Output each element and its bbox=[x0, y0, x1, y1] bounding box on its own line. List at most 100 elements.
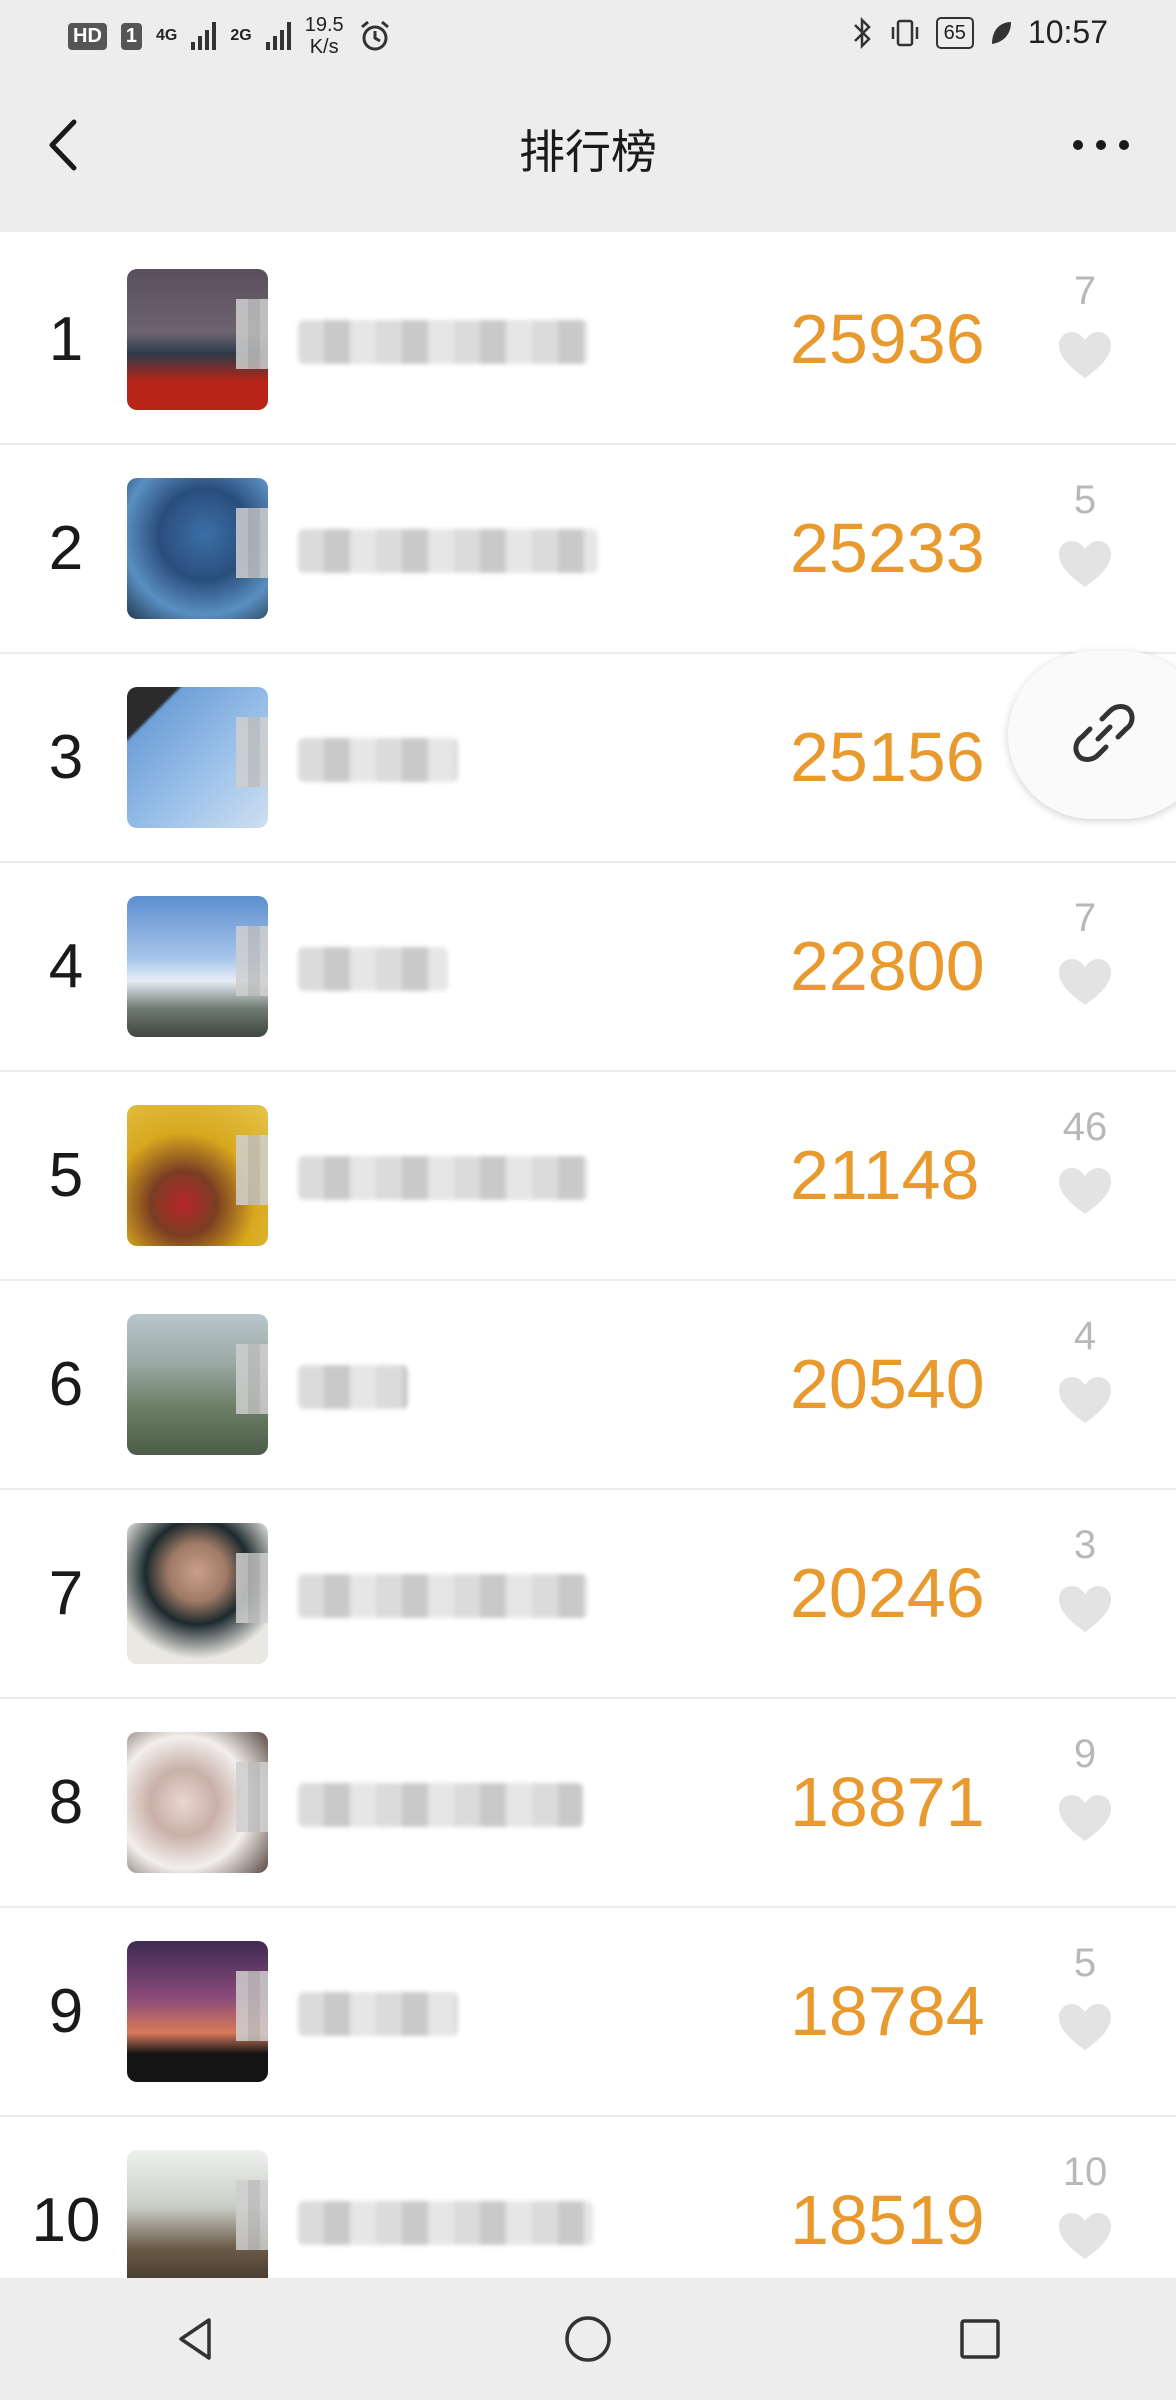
network-speed-value: 19.5 bbox=[304, 14, 344, 36]
heart-icon[interactable] bbox=[1057, 330, 1113, 382]
ranking-row[interactable]: 4 22800 7 bbox=[0, 863, 1176, 1072]
heart-icon[interactable] bbox=[1057, 539, 1113, 591]
score-value: 21148 bbox=[790, 1136, 980, 1214]
like-count: 4 bbox=[1073, 1314, 1097, 1358]
score-value: 25936 bbox=[790, 300, 985, 378]
like-count: 46 bbox=[1062, 1105, 1108, 1149]
rank-number: 1 bbox=[48, 305, 84, 374]
username-redacted bbox=[298, 2201, 593, 2245]
heart-icon[interactable] bbox=[1057, 1584, 1113, 1636]
like-count: 5 bbox=[1073, 1941, 1097, 1985]
signal-icon-2 bbox=[265, 22, 291, 50]
vibrate-icon bbox=[891, 19, 918, 46]
hd-badge: HD bbox=[68, 22, 107, 50]
like-group[interactable]: 5 bbox=[1045, 475, 1125, 596]
system-recent-button[interactable] bbox=[920, 2299, 1040, 2379]
ranking-list: 1 25936 7 2 25233 5 3 25156 4 22800 7 5 … bbox=[0, 236, 1176, 2326]
like-count: 7 bbox=[1073, 896, 1097, 940]
network-speed-unit: K/s bbox=[309, 36, 339, 58]
page-title: 排行榜 bbox=[519, 126, 657, 178]
ranking-row[interactable]: 5 21148 46 bbox=[0, 1072, 1176, 1281]
heart-icon[interactable] bbox=[1057, 1793, 1113, 1845]
score-value: 18871 bbox=[790, 1763, 985, 1841]
circle-home-icon bbox=[565, 2316, 611, 2362]
like-group[interactable]: 3 bbox=[1045, 1520, 1125, 1641]
rank-number: 3 bbox=[48, 723, 84, 792]
username-redacted bbox=[298, 529, 598, 573]
system-navigation-bar bbox=[0, 2278, 1176, 2400]
ranking-row[interactable]: 9 18784 5 bbox=[0, 1908, 1176, 2117]
like-group[interactable]: 7 bbox=[1045, 266, 1125, 387]
heart-icon[interactable] bbox=[1057, 1166, 1113, 1218]
network-2g-label: 2G bbox=[230, 27, 252, 44]
like-count: 9 bbox=[1073, 1732, 1097, 1776]
avatar[interactable] bbox=[127, 1105, 268, 1246]
like-group[interactable]: 9 bbox=[1045, 1729, 1125, 1850]
username-redacted bbox=[298, 1365, 408, 1409]
ranking-row[interactable]: 2 25233 5 bbox=[0, 445, 1176, 654]
like-group[interactable]: 7 bbox=[1045, 893, 1125, 1014]
like-group[interactable]: 46 bbox=[1045, 1102, 1125, 1223]
ranking-row[interactable]: 7 20246 3 bbox=[0, 1490, 1176, 1699]
username-redacted bbox=[298, 320, 588, 364]
avatar[interactable] bbox=[127, 269, 268, 410]
ranking-row[interactable]: 3 25156 bbox=[0, 654, 1176, 863]
heart-icon[interactable] bbox=[1057, 957, 1113, 1009]
username-redacted bbox=[298, 947, 448, 991]
status-left: HD 1 4G 2G 19.5 K/s bbox=[68, 14, 392, 58]
rank-number: 4 bbox=[48, 932, 84, 1001]
avatar[interactable] bbox=[127, 1941, 268, 2082]
score-value: 20540 bbox=[790, 1345, 985, 1423]
signal-icon bbox=[191, 22, 217, 50]
navigation-bar: 排行榜 bbox=[0, 70, 1176, 232]
like-group[interactable]: 4 bbox=[1045, 1311, 1125, 1432]
username-redacted bbox=[298, 1783, 583, 1827]
triangle-back-icon bbox=[179, 2318, 211, 2360]
avatar[interactable] bbox=[127, 1523, 268, 1664]
heart-icon[interactable] bbox=[1057, 2211, 1113, 2263]
alarm-icon bbox=[360, 20, 389, 51]
system-home-button[interactable] bbox=[528, 2299, 648, 2379]
score-value: 22800 bbox=[790, 927, 985, 1005]
avatar[interactable] bbox=[127, 1314, 268, 1455]
rank-number: 2 bbox=[48, 514, 84, 583]
username-redacted bbox=[298, 1574, 588, 1618]
score-value: 25156 bbox=[790, 718, 985, 796]
clock-time: 10:57 bbox=[1027, 14, 1108, 50]
like-count: 10 bbox=[1062, 2150, 1108, 2194]
ranking-row[interactable]: 8 18871 9 bbox=[0, 1699, 1176, 1908]
floating-link-button[interactable] bbox=[1008, 651, 1176, 819]
avatar[interactable] bbox=[127, 478, 268, 619]
ranking-row[interactable]: 6 20540 4 bbox=[0, 1281, 1176, 1490]
score-value: 25233 bbox=[790, 509, 985, 587]
system-back-button[interactable] bbox=[136, 2299, 256, 2379]
username-redacted bbox=[298, 1992, 458, 2036]
like-group[interactable]: 5 bbox=[1045, 1938, 1125, 2059]
rank-number: 7 bbox=[48, 1559, 84, 1628]
rank-number: 6 bbox=[48, 1350, 84, 1419]
avatar[interactable] bbox=[127, 687, 268, 828]
like-count: 3 bbox=[1073, 1523, 1097, 1567]
heart-icon[interactable] bbox=[1057, 2002, 1113, 2054]
rank-number: 8 bbox=[48, 1768, 84, 1837]
avatar[interactable] bbox=[127, 2150, 268, 2291]
like-count: 7 bbox=[1073, 269, 1097, 313]
avatar[interactable] bbox=[127, 896, 268, 1037]
rank-number: 9 bbox=[48, 1977, 84, 2046]
bluetooth-icon bbox=[853, 16, 871, 49]
status-bar: HD 1 4G 2G 19.5 K/s 65 10:57 bbox=[0, 0, 1176, 70]
more-dots-icon[interactable] bbox=[1066, 120, 1136, 170]
status-right: 65 10:57 bbox=[850, 14, 1108, 51]
score-value: 18784 bbox=[790, 1972, 985, 2050]
like-group[interactable]: 10 bbox=[1045, 2147, 1125, 2268]
username-redacted bbox=[298, 1156, 588, 1200]
sim-badge: 1 bbox=[120, 22, 143, 50]
square-recent-icon bbox=[960, 2319, 1000, 2359]
battery-icon: 65 bbox=[935, 16, 974, 49]
avatar[interactable] bbox=[127, 1732, 268, 1873]
ranking-row[interactable]: 1 25936 7 bbox=[0, 236, 1176, 445]
username-redacted bbox=[298, 738, 458, 782]
network-speed: 19.5 K/s bbox=[305, 14, 344, 58]
network-4g-label: 4G bbox=[156, 27, 178, 44]
heart-icon[interactable] bbox=[1057, 1375, 1113, 1427]
